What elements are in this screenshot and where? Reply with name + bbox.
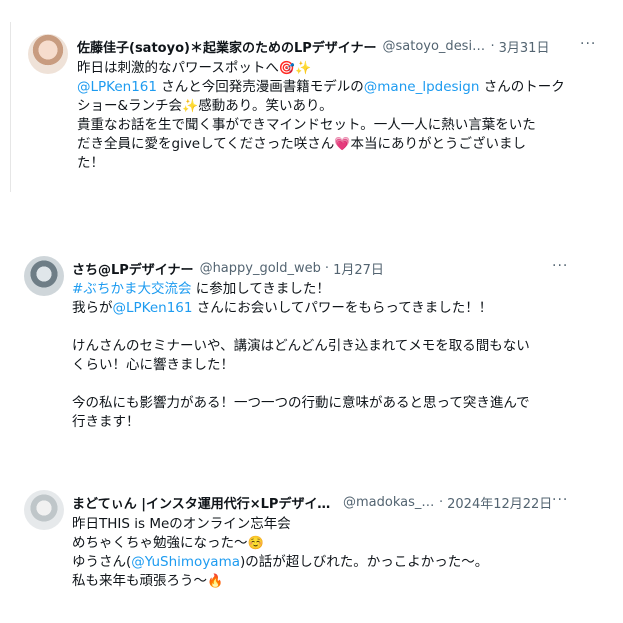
tweet[interactable]: さち@LPデザイナー @happy_gold_web · 1月27日 ··· #… <box>0 248 623 448</box>
author-handle[interactable]: @satoyo_design <box>383 39 487 54</box>
text-line: さんと今回発売漫画書籍モデルの <box>156 79 364 95</box>
text-line: 本当にありがとうございまし <box>350 136 527 152</box>
mention-link[interactable]: @LPKen161 <box>77 79 157 95</box>
emoji-heart: 💗 <box>334 137 351 152</box>
tweet-header: さち@LPデザイナー @happy_gold_web · 1月27日 <box>72 258 384 278</box>
tweet[interactable]: 佐藤佳子(satoyo)＊起業家のためのLPデザイナー @satoyo_desi… <box>0 22 623 192</box>
text-line: くらい！心に響きました！ <box>72 357 234 373</box>
avatar[interactable] <box>24 490 64 530</box>
tweet-text: 昨日THIS is Meのオンライン忘年会 めちゃくちゃ勉強になった〜☺️ ゆう… <box>72 515 577 591</box>
tweet-date[interactable]: 2024年12月22日 <box>447 493 552 512</box>
text-line: ゆうさん( <box>72 554 132 570</box>
text-line: めちゃくちゃ勉強になった〜 <box>72 535 248 551</box>
tweet-header: まどてぃん |インスタ運用代行×LPデザイナー @madokas_design … <box>72 492 552 512</box>
text-line: 昨日は刺激的なパワースポットへ <box>77 60 279 76</box>
text-line: )の話が超しびれた。かっこよかった〜。 <box>240 554 489 570</box>
tweet-text: #ぶちかま大交流会 に参加してきました！ 我らが@LPKen161 さんにお会い… <box>72 280 577 432</box>
text-line: だき全員に愛をgiveしてくださった咲さん <box>77 136 335 152</box>
separator-dot: · <box>439 494 444 510</box>
author-name[interactable]: 佐藤佳子(satoyo)＊起業家のためのLPデザイナー <box>77 37 377 56</box>
hashtag-link[interactable]: #ぶちかま大交流会 <box>72 281 191 297</box>
author-name[interactable]: さち@LPデザイナー <box>72 259 194 278</box>
more-options-icon[interactable]: ··· <box>552 492 568 508</box>
text-line: 昨日THIS is Meのオンライン忘年会 <box>72 516 291 532</box>
text-line: けんさんのセミナーいや、講演はどんどん引き込まれてメモを取る間もない <box>72 338 530 354</box>
tweet-header: 佐藤佳子(satoyo)＊起業家のためのLPデザイナー @satoyo_desi… <box>77 36 549 56</box>
text-line: さんにお会いしてパワーをもらってきました！！ <box>192 300 493 316</box>
text-line: ショー&ランチ会 <box>77 98 183 114</box>
author-name[interactable]: まどてぃん |インスタ運用代行×LPデザイナー <box>72 493 337 512</box>
avatar[interactable] <box>28 34 68 74</box>
separator-dot: · <box>490 38 495 54</box>
avatar[interactable] <box>24 256 64 296</box>
thread-line <box>10 22 11 192</box>
tweet[interactable]: まどてぃん |インスタ運用代行×LPデザイナー @madokas_design … <box>0 482 623 612</box>
emoji-fire: 🔥 <box>207 574 224 589</box>
text-line: 貴重なお話を生で聞く事ができマインドセット。一人一人に熱い言葉をいた <box>77 117 536 133</box>
more-options-icon[interactable]: ··· <box>580 36 596 52</box>
text-line: さんのトーク <box>479 79 565 95</box>
text-line: 私も来年も頑張ろう〜 <box>72 573 207 589</box>
author-handle[interactable]: @happy_gold_web <box>200 261 321 276</box>
emoji-smile: ☺️ <box>247 536 264 551</box>
text-line: 我らが <box>72 300 113 316</box>
tweet-text: 昨日は刺激的なパワースポットへ🎯✨ @LPKen161 さんと今回発売漫画書籍モ… <box>77 59 597 173</box>
text-line: た！ <box>77 155 104 171</box>
text-line: 行きます！ <box>72 414 140 430</box>
author-handle[interactable]: @madokas_design <box>343 495 435 510</box>
text-line: 今の私にも影響力がある！一つ一つの行動に意味があると思って突き進んで <box>72 395 530 411</box>
more-options-icon[interactable]: ··· <box>552 258 568 274</box>
mention-link[interactable]: @LPKen161 <box>113 300 193 316</box>
mention-link[interactable]: @mane_lpdesign <box>364 79 480 95</box>
text-line: 感動あり。笑いあり。 <box>198 98 333 114</box>
mention-link[interactable]: @YuShimoyama <box>131 554 240 570</box>
tweet-date[interactable]: 3月31日 <box>499 37 550 56</box>
emoji-target-sparkles: 🎯✨ <box>278 61 312 76</box>
text-line: に参加してきました！ <box>191 281 330 297</box>
emoji-sparkles: ✨ <box>182 99 199 114</box>
separator-dot: · <box>324 260 330 276</box>
tweet-date[interactable]: 1月27日 <box>333 259 384 278</box>
